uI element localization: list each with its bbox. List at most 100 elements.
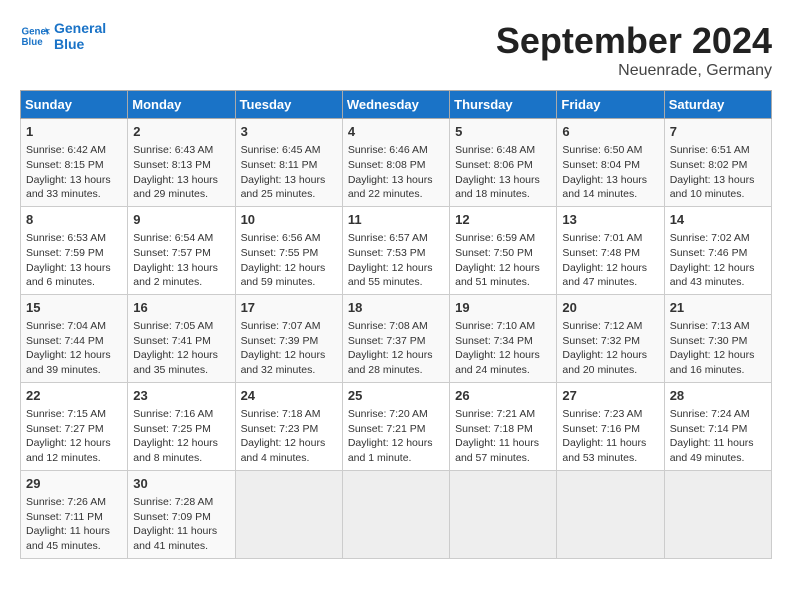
day-number: 21	[670, 299, 766, 317]
day-info: Sunrise: 7:16 AM Sunset: 7:25 PM Dayligh…	[133, 407, 229, 466]
logo-icon: General Blue	[20, 21, 50, 51]
day-number: 4	[348, 123, 444, 141]
day-info: Sunrise: 6:57 AM Sunset: 7:53 PM Dayligh…	[348, 231, 444, 290]
title-block: September 2024 Neuenrade, Germany	[496, 20, 772, 80]
calendar-day-cell: 12Sunrise: 6:59 AM Sunset: 7:50 PM Dayli…	[450, 206, 557, 294]
day-info: Sunrise: 6:50 AM Sunset: 8:04 PM Dayligh…	[562, 143, 658, 202]
day-number: 27	[562, 387, 658, 405]
month-title: September 2024	[496, 20, 772, 62]
day-info: Sunrise: 7:04 AM Sunset: 7:44 PM Dayligh…	[26, 319, 122, 378]
calendar-week-row: 29 Sunrise: 7:26 AM Sunset: 7:11 PM Dayli…	[21, 470, 772, 558]
day-number: 26	[455, 387, 551, 405]
calendar-day-cell: 20 Sunrise: 7:12 AM Sunset: 7:32 PM Dayli…	[557, 294, 664, 382]
day-number: 6	[562, 123, 658, 141]
calendar-day-cell: 28 Sunrise: 7:24 AM Sunset: 7:14 PM Dayli…	[664, 382, 771, 470]
calendar-day-cell: 11 Sunrise: 6:57 AM Sunset: 7:53 PM Dayli…	[342, 206, 449, 294]
day-info: Sunrise: 6:48 AM Sunset: 8:06 PM Dayligh…	[455, 143, 551, 202]
day-number: 25	[348, 387, 444, 405]
calendar-day-cell: 19 Sunrise: 7:10 AM Sunset: 7:34 PM Dayli…	[450, 294, 557, 382]
calendar-week-row: 8 Sunrise: 6:53 AM Sunset: 7:59 PM Daylig…	[21, 206, 772, 294]
day-number: 20	[562, 299, 658, 317]
day-info: Sunrise: 6:59 AM Sunset: 7:50 PM Dayligh…	[455, 231, 551, 290]
calendar-day-cell: 18 Sunrise: 7:08 AM Sunset: 7:37 PM Dayli…	[342, 294, 449, 382]
day-info: Sunrise: 7:01 AM Sunset: 7:48 PM Dayligh…	[562, 231, 658, 290]
day-number: 1	[26, 123, 122, 141]
calendar-body: 1 Sunrise: 6:42 AM Sunset: 8:15 PM Daylig…	[21, 119, 772, 559]
calendar-header-row: SundayMondayTuesdayWednesdayThursdayFrid…	[21, 91, 772, 119]
day-info: Sunrise: 7:08 AM Sunset: 7:37 PM Dayligh…	[348, 319, 444, 378]
day-number: 30	[133, 475, 229, 493]
svg-text:Blue: Blue	[22, 37, 44, 48]
calendar-day-cell: 14 Sunrise: 7:02 AM Sunset: 7:46 PM Dayli…	[664, 206, 771, 294]
calendar-day-cell: 6 Sunrise: 6:50 AM Sunset: 8:04 PM Daylig…	[557, 119, 664, 207]
calendar-day-cell: 23Sunrise: 7:16 AM Sunset: 7:25 PM Dayli…	[128, 382, 235, 470]
day-info: Sunrise: 7:12 AM Sunset: 7:32 PM Dayligh…	[562, 319, 658, 378]
day-info: Sunrise: 6:51 AM Sunset: 8:02 PM Dayligh…	[670, 143, 766, 202]
calendar-day-cell: 1 Sunrise: 6:42 AM Sunset: 8:15 PM Daylig…	[21, 119, 128, 207]
weekday-header-friday: Friday	[557, 91, 664, 119]
calendar-day-cell: 7Sunrise: 6:51 AM Sunset: 8:02 PM Daylig…	[664, 119, 771, 207]
calendar-day-cell: 21 Sunrise: 7:13 AM Sunset: 7:30 PM Dayli…	[664, 294, 771, 382]
calendar-week-row: 15 Sunrise: 7:04 AM Sunset: 7:44 PM Dayli…	[21, 294, 772, 382]
calendar-day-cell: 5Sunrise: 6:48 AM Sunset: 8:06 PM Daylig…	[450, 119, 557, 207]
day-number: 17	[241, 299, 337, 317]
calendar-day-cell: 17Sunrise: 7:07 AM Sunset: 7:39 PM Dayli…	[235, 294, 342, 382]
calendar-day-cell: 10 Sunrise: 6:56 AM Sunset: 7:55 PM Dayli…	[235, 206, 342, 294]
day-info: Sunrise: 6:54 AM Sunset: 7:57 PM Dayligh…	[133, 231, 229, 290]
calendar-day-cell: 25 Sunrise: 7:20 AM Sunset: 7:21 PM Dayli…	[342, 382, 449, 470]
day-info: Sunrise: 7:26 AM Sunset: 7:11 PM Dayligh…	[26, 495, 122, 554]
calendar-day-cell	[342, 470, 449, 558]
day-number: 29	[26, 475, 122, 493]
calendar-week-row: 22 Sunrise: 7:15 AM Sunset: 7:27 PM Dayli…	[21, 382, 772, 470]
day-info: Sunrise: 7:05 AM Sunset: 7:41 PM Dayligh…	[133, 319, 229, 378]
day-info: Sunrise: 6:46 AM Sunset: 8:08 PM Dayligh…	[348, 143, 444, 202]
calendar-day-cell: 29 Sunrise: 7:26 AM Sunset: 7:11 PM Dayli…	[21, 470, 128, 558]
day-number: 28	[670, 387, 766, 405]
day-info: Sunrise: 7:28 AM Sunset: 7:09 PM Dayligh…	[133, 495, 229, 554]
day-info: Sunrise: 7:10 AM Sunset: 7:34 PM Dayligh…	[455, 319, 551, 378]
day-number: 2	[133, 123, 229, 141]
day-number: 18	[348, 299, 444, 317]
weekday-header-monday: Monday	[128, 91, 235, 119]
day-info: Sunrise: 6:43 AM Sunset: 8:13 PM Dayligh…	[133, 143, 229, 202]
location: Neuenrade, Germany	[496, 62, 772, 80]
calendar-table: SundayMondayTuesdayWednesdayThursdayFrid…	[20, 90, 772, 559]
day-number: 3	[241, 123, 337, 141]
calendar-day-cell: 13Sunrise: 7:01 AM Sunset: 7:48 PM Dayli…	[557, 206, 664, 294]
calendar-day-cell	[235, 470, 342, 558]
day-info: Sunrise: 6:53 AM Sunset: 7:59 PM Dayligh…	[26, 231, 122, 290]
calendar-day-cell	[664, 470, 771, 558]
day-number: 15	[26, 299, 122, 317]
calendar-day-cell	[557, 470, 664, 558]
day-number: 22	[26, 387, 122, 405]
calendar-day-cell: 8 Sunrise: 6:53 AM Sunset: 7:59 PM Daylig…	[21, 206, 128, 294]
calendar-day-cell: 4 Sunrise: 6:46 AM Sunset: 8:08 PM Daylig…	[342, 119, 449, 207]
day-number: 9	[133, 211, 229, 229]
day-info: Sunrise: 7:20 AM Sunset: 7:21 PM Dayligh…	[348, 407, 444, 466]
day-number: 10	[241, 211, 337, 229]
calendar-day-cell: 26Sunrise: 7:21 AM Sunset: 7:18 PM Dayli…	[450, 382, 557, 470]
day-info: Sunrise: 7:24 AM Sunset: 7:14 PM Dayligh…	[670, 407, 766, 466]
weekday-header-sunday: Sunday	[21, 91, 128, 119]
calendar-day-cell: 15 Sunrise: 7:04 AM Sunset: 7:44 PM Dayli…	[21, 294, 128, 382]
day-info: Sunrise: 7:15 AM Sunset: 7:27 PM Dayligh…	[26, 407, 122, 466]
day-info: Sunrise: 7:02 AM Sunset: 7:46 PM Dayligh…	[670, 231, 766, 290]
weekday-header-thursday: Thursday	[450, 91, 557, 119]
day-info: Sunrise: 6:45 AM Sunset: 8:11 PM Dayligh…	[241, 143, 337, 202]
day-number: 24	[241, 387, 337, 405]
day-number: 8	[26, 211, 122, 229]
day-info: Sunrise: 6:56 AM Sunset: 7:55 PM Dayligh…	[241, 231, 337, 290]
day-info: Sunrise: 7:13 AM Sunset: 7:30 PM Dayligh…	[670, 319, 766, 378]
day-info: Sunrise: 6:42 AM Sunset: 8:15 PM Dayligh…	[26, 143, 122, 202]
weekday-header-saturday: Saturday	[664, 91, 771, 119]
calendar-day-cell: 30 Sunrise: 7:28 AM Sunset: 7:09 PM Dayli…	[128, 470, 235, 558]
day-number: 19	[455, 299, 551, 317]
calendar-day-cell: 3 Sunrise: 6:45 AM Sunset: 8:11 PM Daylig…	[235, 119, 342, 207]
weekday-header-wednesday: Wednesday	[342, 91, 449, 119]
calendar-day-cell	[450, 470, 557, 558]
calendar-day-cell: 2 Sunrise: 6:43 AM Sunset: 8:13 PM Daylig…	[128, 119, 235, 207]
weekday-header-tuesday: Tuesday	[235, 91, 342, 119]
day-number: 14	[670, 211, 766, 229]
calendar-day-cell: 16Sunrise: 7:05 AM Sunset: 7:41 PM Dayli…	[128, 294, 235, 382]
day-number: 11	[348, 211, 444, 229]
